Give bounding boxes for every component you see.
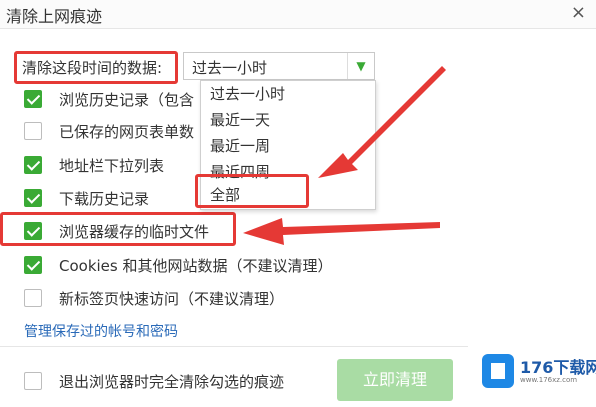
chevron-down-icon[interactable]: ▼ bbox=[347, 53, 374, 79]
dialog-title: 清除上网痕迹 bbox=[6, 7, 103, 26]
checkbox-label: 新标签页快速访问（不建议清理） bbox=[59, 290, 285, 308]
checkbox-label: 地址栏下拉列表 bbox=[59, 157, 165, 175]
176-download-logo-icon bbox=[482, 354, 514, 388]
close-icon[interactable]: × bbox=[571, 2, 586, 23]
checkbox-label: 退出浏览器时完全清除勾选的痕迹 bbox=[59, 373, 285, 391]
time-range-label: 清除这段时间的数据: bbox=[22, 59, 163, 77]
checkbox-label: 浏览器缓存的临时文件 bbox=[59, 223, 210, 241]
checkbox-label: 浏览历史记录（包含 bbox=[59, 91, 195, 109]
title-bar: 清除上网痕迹 × bbox=[0, 0, 596, 29]
manage-passwords-link[interactable]: 管理保存过的帐号和密码 bbox=[24, 321, 178, 341]
checkbox-cache[interactable] bbox=[24, 222, 42, 240]
arrow-to-cache-option bbox=[243, 218, 440, 245]
dropdown-option[interactable]: 过去一小时 bbox=[210, 83, 285, 104]
checkbox-download-history[interactable] bbox=[24, 189, 42, 207]
checkbox-saved-forms[interactable] bbox=[24, 122, 42, 140]
watermark-text: 176下载网 bbox=[520, 358, 596, 377]
checkbox-browse-history[interactable] bbox=[24, 90, 42, 108]
checkbox-label: 下载历史记录 bbox=[59, 190, 150, 208]
dropdown-option[interactable]: 最近一天 bbox=[210, 109, 270, 130]
watermark-subtext: www.176xz.com bbox=[520, 376, 578, 384]
checkbox-clear-on-exit[interactable] bbox=[24, 372, 42, 390]
clear-now-button[interactable]: 立即清理 bbox=[337, 359, 453, 401]
checkbox-new-tab[interactable] bbox=[24, 289, 42, 307]
time-range-select[interactable]: 过去一小时 ▼ bbox=[183, 52, 375, 80]
watermark: 176下载网 www.176xz.com bbox=[468, 346, 596, 407]
dropdown-option[interactable]: 最近一周 bbox=[210, 135, 270, 156]
checkbox-label: Cookies 和其他网站数据（不建议清理） bbox=[59, 257, 333, 275]
checkbox-address-bar[interactable] bbox=[24, 156, 42, 174]
checkbox-label: 已保存的网页表单数 bbox=[59, 123, 195, 141]
annotation-box-all-option bbox=[195, 174, 309, 208]
checkbox-cookies[interactable] bbox=[24, 256, 42, 274]
time-range-selected-value: 过去一小时 bbox=[192, 59, 268, 77]
